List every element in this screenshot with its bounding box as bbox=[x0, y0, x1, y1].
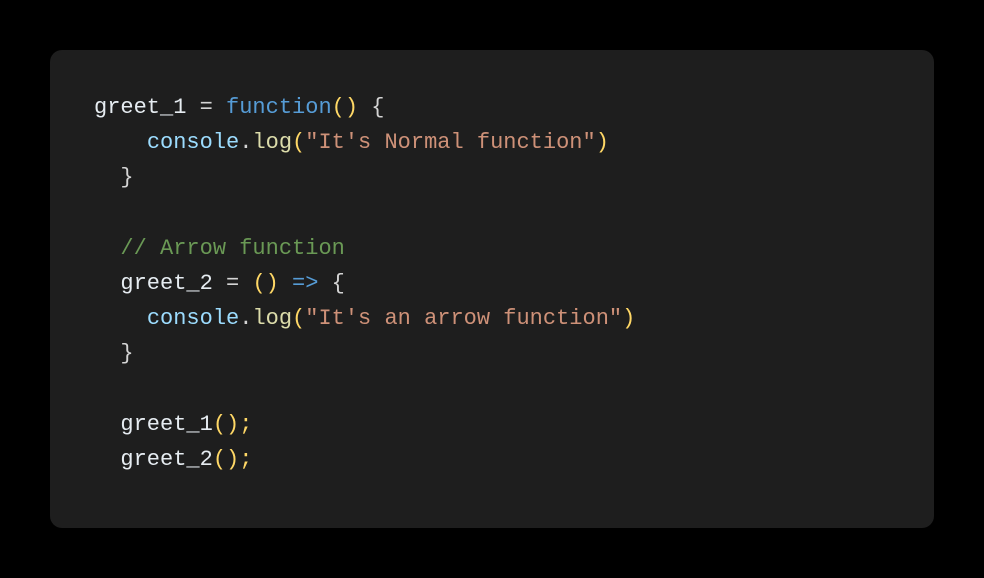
indent bbox=[94, 447, 120, 472]
dot: . bbox=[239, 130, 252, 155]
brace: } bbox=[120, 165, 133, 190]
paren-open: ( bbox=[292, 306, 305, 331]
indent bbox=[94, 271, 120, 296]
assign-op: = bbox=[186, 95, 226, 120]
paren-close: ) bbox=[622, 306, 635, 331]
paren-close: ) bbox=[596, 130, 609, 155]
function-call: greet_1 bbox=[120, 412, 212, 437]
keyword-function: function bbox=[226, 95, 332, 120]
brace: } bbox=[120, 341, 133, 366]
parens: (); bbox=[213, 412, 253, 437]
parens: () bbox=[332, 95, 358, 120]
identifier: greet_2 bbox=[120, 271, 212, 296]
code-content: greet_1 = function() { console.log("It's… bbox=[94, 90, 890, 477]
string-literal: "It's Normal function" bbox=[305, 130, 595, 155]
brace: { bbox=[358, 95, 384, 120]
comment: // Arrow function bbox=[120, 236, 344, 261]
string-literal: "It's an arrow function" bbox=[305, 306, 622, 331]
method-log: log bbox=[252, 130, 292, 155]
indent bbox=[94, 412, 120, 437]
assign-op: = bbox=[213, 271, 253, 296]
function-call: greet_2 bbox=[120, 447, 212, 472]
dot: . bbox=[239, 306, 252, 331]
indent bbox=[94, 130, 147, 155]
parens: (); bbox=[213, 447, 253, 472]
parens: () bbox=[252, 271, 278, 296]
method-log: log bbox=[252, 306, 292, 331]
paren-open: ( bbox=[292, 130, 305, 155]
code-block: greet_1 = function() { console.log("It's… bbox=[50, 50, 934, 528]
indent bbox=[94, 236, 120, 261]
object-console: console bbox=[147, 130, 239, 155]
brace: { bbox=[332, 271, 345, 296]
object-console: console bbox=[147, 306, 239, 331]
indent bbox=[94, 306, 147, 331]
arrow-op: => bbox=[279, 271, 332, 296]
identifier: greet_1 bbox=[94, 95, 186, 120]
indent bbox=[94, 165, 120, 190]
indent bbox=[94, 341, 120, 366]
